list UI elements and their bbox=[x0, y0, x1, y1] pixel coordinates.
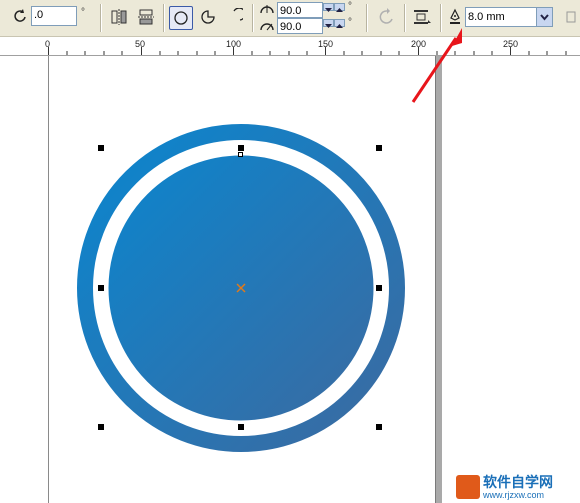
watermark-logo bbox=[456, 474, 480, 499]
ruler-label: 0 bbox=[45, 39, 51, 49]
property-bar: .0 ° 90.0 ° 90.0 ° 8.0 mm bbox=[0, 0, 580, 37]
mirror-vertical-icon[interactable] bbox=[137, 8, 155, 26]
end-angle-degree-label: ° bbox=[348, 17, 352, 28]
wrap-paragraph-icon bbox=[414, 10, 431, 24]
pie-icon bbox=[201, 10, 215, 24]
selection-handle-top-right[interactable] bbox=[376, 145, 382, 151]
selection-handle-right[interactable] bbox=[376, 285, 382, 291]
start-angle-input[interactable]: 90.0 bbox=[277, 2, 323, 18]
direction-button[interactable] bbox=[378, 8, 396, 26]
direction-icon bbox=[379, 8, 393, 24]
start-angle-spin-down[interactable] bbox=[323, 3, 334, 12]
chevron-down-icon bbox=[540, 14, 549, 21]
rotate-icon bbox=[13, 9, 27, 23]
overflow-icon[interactable] bbox=[566, 10, 578, 24]
ellipse-shape[interactable] bbox=[92, 139, 390, 437]
selection-handle-top[interactable] bbox=[238, 145, 244, 151]
outline-width-dropdown-button[interactable] bbox=[536, 8, 552, 26]
separator bbox=[404, 4, 406, 32]
start-angle-degree-label: ° bbox=[348, 1, 352, 12]
rotation-degree-label: ° bbox=[81, 7, 85, 18]
arc-icon bbox=[233, 8, 243, 21]
pie-mode-button[interactable] bbox=[199, 8, 217, 26]
separator bbox=[440, 4, 442, 32]
end-angle-icon bbox=[259, 20, 275, 32]
ruler-label: 100 bbox=[226, 39, 242, 49]
selection-handle-bottom-right[interactable] bbox=[376, 424, 382, 430]
ruler-ticks bbox=[48, 47, 567, 55]
watermark-brand: 软件自学网 bbox=[483, 473, 553, 490]
ellipse-icon bbox=[174, 11, 188, 25]
start-angle-icon bbox=[259, 3, 275, 15]
ruler-label: 150 bbox=[318, 39, 334, 49]
watermark: 软件自学网 www.rjzxw.com bbox=[456, 470, 580, 503]
separator bbox=[100, 4, 102, 32]
separator bbox=[163, 4, 165, 32]
outline-pen-icon bbox=[448, 8, 462, 26]
start-angle-spin-up[interactable] bbox=[334, 3, 345, 12]
mirror-horizontal-icon[interactable] bbox=[110, 8, 128, 26]
horizontal-ruler[interactable]: 0 50 100 150 200 250 bbox=[0, 37, 580, 56]
separator bbox=[366, 4, 368, 32]
separator bbox=[252, 4, 254, 32]
selection-handle-top-left[interactable] bbox=[98, 145, 104, 151]
ellipse-node-top[interactable] bbox=[238, 152, 243, 157]
outline-width-value: 8.0 mm bbox=[468, 11, 505, 23]
desktop-area[interactable] bbox=[442, 56, 580, 503]
page-border-left bbox=[48, 56, 49, 503]
arc-mode-button[interactable] bbox=[225, 8, 243, 26]
ruler-label: 200 bbox=[411, 39, 427, 49]
ruler-label: 50 bbox=[135, 39, 146, 49]
selection-handle-bottom-left[interactable] bbox=[98, 424, 104, 430]
selection-handle-left[interactable] bbox=[98, 285, 104, 291]
page-shadow-right bbox=[435, 56, 442, 503]
ruler-label: 250 bbox=[503, 39, 519, 49]
ellipse-mode-button[interactable] bbox=[169, 6, 193, 30]
selection-handle-bottom[interactable] bbox=[238, 424, 244, 430]
wrap-paragraph-button[interactable] bbox=[412, 8, 432, 26]
rotation-angle-input[interactable]: .0 bbox=[31, 6, 77, 26]
watermark-url: www.rjzxw.com bbox=[483, 489, 545, 500]
end-angle-spin-up[interactable] bbox=[334, 19, 345, 28]
end-angle-input[interactable]: 90.0 bbox=[277, 18, 323, 34]
end-angle-spin-down[interactable] bbox=[323, 19, 334, 28]
